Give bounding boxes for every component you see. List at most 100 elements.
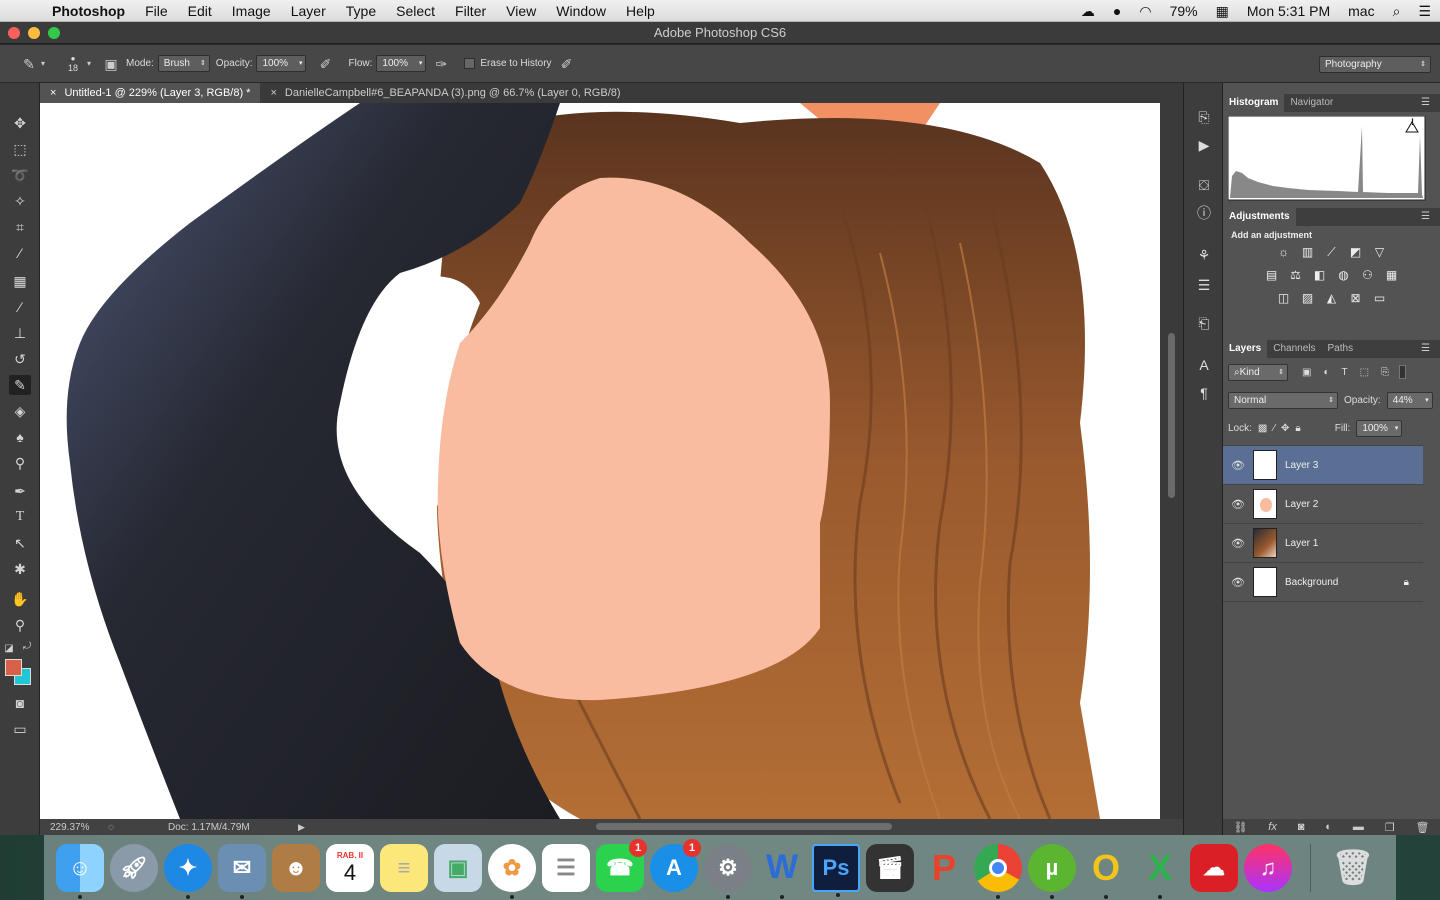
lock-transparency-icon[interactable]: ▩ <box>1258 423 1267 434</box>
hue-saturation-icon[interactable]: ▤ <box>1263 268 1280 282</box>
status-options-icon[interactable]: ◌ <box>108 822 148 833</box>
black-white-icon[interactable]: ◧ <box>1311 268 1328 282</box>
reminders-icon[interactable]: ☰ <box>542 843 590 892</box>
wps-writer-icon[interactable]: O <box>1082 844 1130 899</box>
quick-mask-icon[interactable]: ◙ <box>9 693 31 713</box>
tab-untitled[interactable]: × Untitled-1 @ 229% (Layer 3, RGB/8) * <box>40 83 261 103</box>
brightness-contrast-icon[interactable]: ☼ <box>1275 245 1292 259</box>
lock-all-icon[interactable]: 🔒︎ <box>1295 423 1300 434</box>
eraser-tool-preset-icon[interactable]: ✎ <box>20 55 38 73</box>
launchpad-icon[interactable]: 🚀︎ <box>110 843 158 892</box>
lasso-tool-icon[interactable]: ➰ <box>9 165 31 185</box>
eyedropper-tool-icon[interactable]: ⁄ <box>9 243 31 263</box>
tab-paths[interactable]: Paths <box>1322 340 1360 358</box>
flow-field[interactable]: 100% ▾ <box>376 55 427 72</box>
layer-row-layer-2[interactable]: 👁︎ Layer 2 <box>1223 485 1423 524</box>
pixel-filter-icon[interactable]: ▣ <box>1302 367 1311 378</box>
menu-view[interactable]: View <box>496 3 546 19</box>
itunes-icon[interactable]: ♫ <box>1244 843 1292 892</box>
chevron-down-icon[interactable]: ▾ <box>299 56 303 71</box>
wifi-icon[interactable]: ◠ <box>1130 3 1160 20</box>
brush-presets-icon[interactable]: ⚘ <box>1194 245 1214 265</box>
3d-panel-icon[interactable]: ⛋ <box>1194 175 1214 195</box>
safari-icon[interactable]: ✦ <box>164 843 212 899</box>
utorrent-icon[interactable]: µ <box>1028 843 1076 899</box>
layer-name[interactable]: Layer 3 <box>1285 460 1318 471</box>
tab-histogram[interactable]: Histogram <box>1223 94 1285 112</box>
blend-mode-select[interactable]: Normal ⇕ <box>1228 391 1338 409</box>
mode-select[interactable]: Brush ⇕ <box>157 55 210 72</box>
type-tool-icon[interactable]: T <box>9 507 31 527</box>
panel-menu-icon[interactable]: ☰ <box>1415 94 1436 112</box>
new-layer-icon[interactable]: ❐ <box>1385 821 1395 834</box>
eraser-tool-icon[interactable]: ✎ <box>9 375 31 395</box>
word-icon[interactable]: W <box>758 844 806 899</box>
clone-stamp-tool-icon[interactable]: ⊥ <box>9 323 31 343</box>
paint-bucket-tool-icon[interactable]: ◈ <box>9 401 31 421</box>
tab-layers[interactable]: Layers <box>1223 340 1268 358</box>
layer-name[interactable]: Layer 1 <box>1285 538 1318 549</box>
system-preferences-icon[interactable]: ⚙ <box>704 843 752 899</box>
layer-style-fx-icon[interactable]: fx <box>1268 821 1277 833</box>
color-balance-icon[interactable]: ⚖ <box>1287 268 1304 282</box>
selective-color-icon[interactable]: ⊠ <box>1347 291 1364 305</box>
menu-layer[interactable]: Layer <box>281 3 336 19</box>
photoshop-app-icon[interactable]: Ps <box>812 843 860 897</box>
curves-icon[interactable]: ⟋ <box>1323 245 1340 259</box>
brush-size-picker[interactable]: ● 18 <box>62 54 84 73</box>
eye-visibility-icon[interactable]: 👁︎ <box>1223 459 1253 472</box>
gradient-map-icon[interactable]: ▭ <box>1371 291 1388 305</box>
calendar-app-icon[interactable]: RAB. II 4 <box>326 843 374 892</box>
chrome-icon[interactable] <box>974 843 1022 899</box>
brush-panel-toggle-icon[interactable]: ▣ <box>102 55 120 73</box>
threshold-icon[interactable]: ◭ <box>1323 291 1340 305</box>
tab-danielle[interactable]: × DanielleCampbell#6_BEAPANDA (3).png @ 6… <box>260 83 630 103</box>
user-name[interactable]: mac <box>1339 3 1383 19</box>
document-canvas[interactable] <box>40 103 1160 819</box>
panel-menu-icon[interactable]: ☰ <box>1415 208 1436 226</box>
layer-row-background[interactable]: 👁︎ Background 🔒︎ <box>1223 563 1423 602</box>
healing-brush-tool-icon[interactable]: ▦ <box>9 271 31 291</box>
horizontal-scrollbar-thumb[interactable] <box>596 823 892 830</box>
eye-visibility-icon[interactable]: 👁︎ <box>1223 576 1253 589</box>
foreground-color-swatch[interactable] <box>5 659 22 676</box>
pressure-size-icon[interactable]: ✐ <box>558 55 576 73</box>
lock-position-icon[interactable]: ✥ <box>1281 423 1289 434</box>
swap-colors-icon[interactable]: ⤾ <box>20 637 34 657</box>
chevron-down-icon[interactable]: ▾ <box>419 56 423 71</box>
smart-object-filter-icon[interactable]: ⎘ <box>1381 367 1389 378</box>
menu-help[interactable]: Help <box>616 3 665 19</box>
vibrance-icon[interactable]: ▽ <box>1371 245 1388 259</box>
zoom-tool-icon[interactable]: ⚲ <box>9 615 31 635</box>
magic-wand-tool-icon[interactable]: ✧ <box>9 191 31 211</box>
eye-visibility-icon[interactable]: 👁︎ <box>1223 498 1253 511</box>
menu-image[interactable]: Image <box>222 3 281 19</box>
hand-tool-icon[interactable]: ✋ <box>9 589 31 609</box>
chevron-down-icon[interactable]: ▾ <box>1425 393 1429 408</box>
pressure-opacity-icon[interactable]: ✐ <box>316 55 334 73</box>
layer-name[interactable]: Background <box>1285 577 1338 588</box>
menu-file[interactable]: File <box>135 3 178 19</box>
menu-window[interactable]: Window <box>546 3 616 19</box>
filter-toggle[interactable] <box>1399 365 1407 379</box>
posterize-icon[interactable]: ▨ <box>1299 291 1316 305</box>
close-tab-icon[interactable]: × <box>270 83 276 103</box>
spotlight-search-icon[interactable]: ⌕ <box>1384 3 1410 20</box>
erase-history-checkbox[interactable] <box>464 58 476 69</box>
warning-icon[interactable]: ! <box>1411 117 1414 127</box>
notification-center-icon[interactable]: ☰ <box>1409 3 1440 20</box>
close-tab-icon[interactable]: × <box>50 83 56 103</box>
info-panel-icon[interactable]: ⓘ <box>1194 203 1214 223</box>
shape-tool-icon[interactable]: ✱ <box>9 559 31 579</box>
link-layers-icon[interactable]: ⛓ <box>1233 821 1247 834</box>
new-adjustment-layer-icon[interactable]: ◐ <box>1325 821 1332 833</box>
photo-filter-icon[interactable]: ◍ <box>1335 268 1352 282</box>
character-panel-icon[interactable]: A <box>1194 355 1214 375</box>
dodge-tool-icon[interactable]: ⚲ <box>9 453 31 473</box>
wps-presentation-icon[interactable]: P <box>920 844 968 892</box>
chevron-down-icon[interactable]: ▾ <box>38 55 48 73</box>
chevron-down-icon[interactable]: ▾ <box>84 55 94 73</box>
notes-icon[interactable]: ≡ <box>380 843 428 892</box>
path-selection-tool-icon[interactable]: ↖ <box>9 533 31 553</box>
delete-layer-trash-icon[interactable]: 🗑︎ <box>1416 821 1430 834</box>
